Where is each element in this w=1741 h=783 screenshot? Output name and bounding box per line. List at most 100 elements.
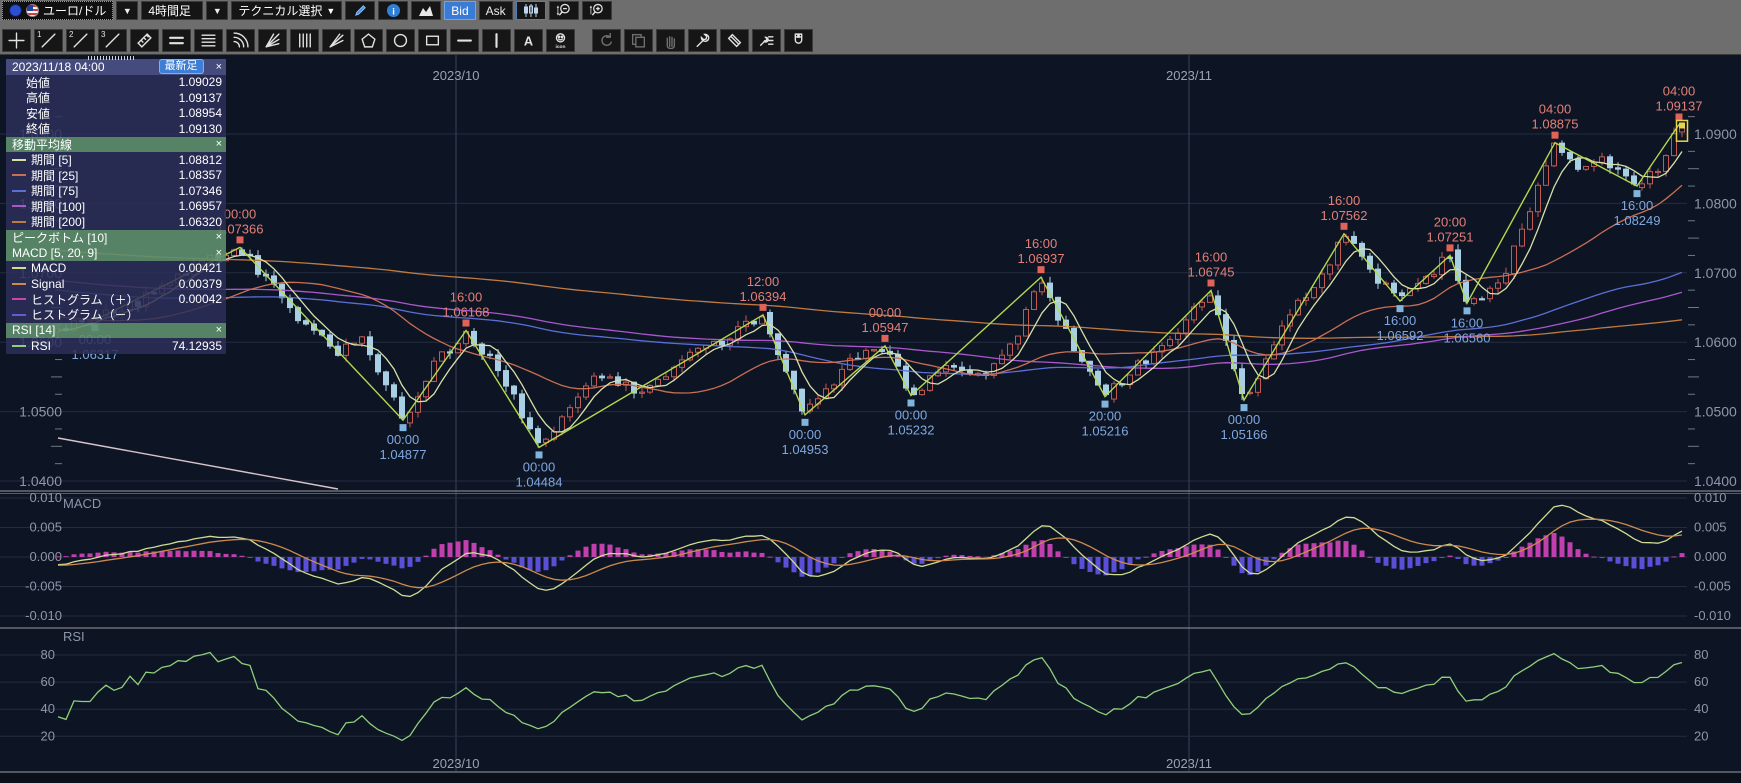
- indicator-section-header: MACD [5, 20, 9]×: [6, 245, 226, 261]
- panel-header: 2023/11/18 04:00 最新足 ×: [6, 59, 226, 75]
- row-label: MACD: [31, 261, 66, 275]
- close-icon[interactable]: ×: [210, 247, 222, 259]
- angle-lines-tool[interactable]: [322, 29, 351, 52]
- ruler-tool[interactable]: [130, 29, 159, 52]
- vertical-line-tool[interactable]: [482, 29, 511, 52]
- close-icon[interactable]: ×: [210, 138, 222, 150]
- timeframe-selector[interactable]: 4時間足: [141, 1, 203, 20]
- rsi-axis-label-left: 80: [41, 647, 55, 662]
- bottom-marker: [400, 424, 407, 431]
- macd-axis-label-left: -0.005: [25, 579, 62, 594]
- zoom-in-button[interactable]: [582, 1, 612, 20]
- swing-price-label: 1.06937: [1018, 251, 1065, 266]
- peak-marker: [463, 320, 470, 327]
- close-icon[interactable]: ×: [210, 231, 222, 243]
- peak-marker: [1208, 279, 1215, 286]
- magnet-tool[interactable]: [784, 29, 813, 52]
- latest-bar-button[interactable]: 最新足: [159, 59, 204, 74]
- swing-price-label: 1.06394: [740, 289, 787, 304]
- horizontal-line-tool[interactable]: [450, 29, 479, 52]
- line-color-swatch: [12, 174, 26, 176]
- line-color-swatch: [12, 205, 26, 207]
- rectangle-tool[interactable]: [418, 29, 447, 52]
- technical-selector[interactable]: テクニカル選択 ▼: [231, 1, 342, 20]
- technical-label: テクニカル選択: [238, 2, 322, 19]
- pencil-icon: [353, 3, 368, 18]
- trendline-2-icon: [72, 32, 89, 49]
- crosshair-tool[interactable]: [2, 29, 31, 52]
- candlestick-mode-button[interactable]: [516, 1, 546, 20]
- trendline-2-tool[interactable]: 2: [66, 29, 95, 52]
- draw-pencil-button[interactable]: [345, 1, 375, 20]
- swing-time-label: 16:00: [1195, 249, 1228, 264]
- swing-time-label: 16:00: [1621, 198, 1654, 213]
- month-label-top: 2023/10: [433, 68, 480, 83]
- fibonacci-fan-tool[interactable]: [258, 29, 287, 52]
- line-color-swatch: [12, 221, 26, 223]
- undo-tool[interactable]: [592, 29, 621, 52]
- rsi-panel-title: RSI: [63, 629, 85, 644]
- row-label: RSI: [31, 339, 51, 353]
- area-chart-button[interactable]: [411, 1, 441, 20]
- horizontal-lines-tool[interactable]: [194, 29, 223, 52]
- macd-axis-label-right: 0.005: [1694, 520, 1727, 535]
- swing-time-label: 04:00: [1663, 83, 1696, 98]
- ask-button[interactable]: Ask: [479, 1, 513, 20]
- swing-time-label: 00:00: [387, 432, 420, 447]
- panel-drag-handle[interactable]: [88, 56, 136, 60]
- fibonacci-arcs-tool[interactable]: [226, 29, 255, 52]
- indicator-value-row: ヒストグラム（－）: [6, 307, 226, 323]
- trendline-3-icon: [104, 32, 121, 49]
- currency-selector[interactable]: ユーロ/ドル: [2, 1, 113, 20]
- row-value: 0.00042: [179, 292, 222, 306]
- line-color-swatch: [12, 314, 26, 316]
- close-icon[interactable]: ×: [210, 324, 222, 336]
- panel-datetime: 2023/11/18 04:00: [12, 60, 105, 74]
- settings-list-tool[interactable]: [752, 29, 781, 52]
- indicator-value-row: 高値1.09137: [6, 90, 226, 106]
- trendline-3-tool[interactable]: 3: [98, 29, 127, 52]
- macd-axis-label-right: -0.010: [1694, 608, 1731, 623]
- pan-tool[interactable]: [656, 29, 685, 52]
- section-title: ピークボトム [10]: [12, 229, 107, 246]
- close-icon[interactable]: ×: [210, 61, 222, 73]
- current-candle-handle[interactable]: [1679, 122, 1685, 128]
- row-label: ヒストグラム（－）: [31, 306, 139, 323]
- pentagon-tool[interactable]: [354, 29, 383, 52]
- info-button[interactable]: i: [378, 1, 408, 20]
- price-axis-label-right: 1.0800: [1694, 195, 1737, 211]
- swing-price-label: 1.06745: [1188, 264, 1235, 279]
- timeframe-dropdown-arrow[interactable]: ▼: [206, 1, 228, 20]
- copy-tool[interactable]: [624, 29, 653, 52]
- wrench-tool[interactable]: [688, 29, 717, 52]
- macd-axis-label-right: 0.010: [1694, 490, 1727, 505]
- chevron-down-icon: ▼: [123, 6, 132, 16]
- price-axis-label-left: 1.0400: [19, 473, 62, 489]
- indicator-value-row: 始値1.09029: [6, 75, 226, 91]
- zoom-out-button[interactable]: [549, 1, 579, 20]
- tool-badge: 2: [69, 30, 73, 39]
- price-axis-label-right: 1.0900: [1694, 126, 1737, 142]
- text-tool[interactable]: A: [514, 29, 543, 52]
- swing-time-label: 00:00: [224, 206, 257, 221]
- indicator-info-panel: 2023/11/18 04:00最新足×始値1.09029高値1.09137安値…: [6, 59, 226, 354]
- chart-canvas[interactable]: 2023/102023/102023/112023/111.09001.0900…: [0, 0, 1741, 783]
- macd-panel-title: MACD: [63, 496, 101, 511]
- trendline-1-tool[interactable]: 1: [34, 29, 63, 52]
- vertical-lines-tool[interactable]: [290, 29, 319, 52]
- svg-text:A: A: [524, 33, 533, 48]
- currency-dropdown-arrow[interactable]: ▼: [116, 1, 138, 20]
- icon-stamp-icon: icon: [552, 32, 569, 49]
- bid-button[interactable]: Bid: [444, 1, 475, 20]
- ellipse-icon: [392, 32, 409, 49]
- icon-stamp-tool[interactable]: icon: [546, 29, 575, 52]
- row-label: Signal: [31, 277, 64, 291]
- eraser-tool[interactable]: [720, 29, 749, 52]
- parallel-lines-tool[interactable]: [162, 29, 191, 52]
- indicator-section-header: ピークボトム [10] ×: [6, 230, 226, 246]
- line-color-swatch: [12, 267, 26, 269]
- bottom-marker: [908, 399, 915, 406]
- ellipse-tool[interactable]: [386, 29, 415, 52]
- row-label: 期間 [200]: [31, 213, 85, 230]
- svg-text:icon: icon: [555, 43, 565, 48]
